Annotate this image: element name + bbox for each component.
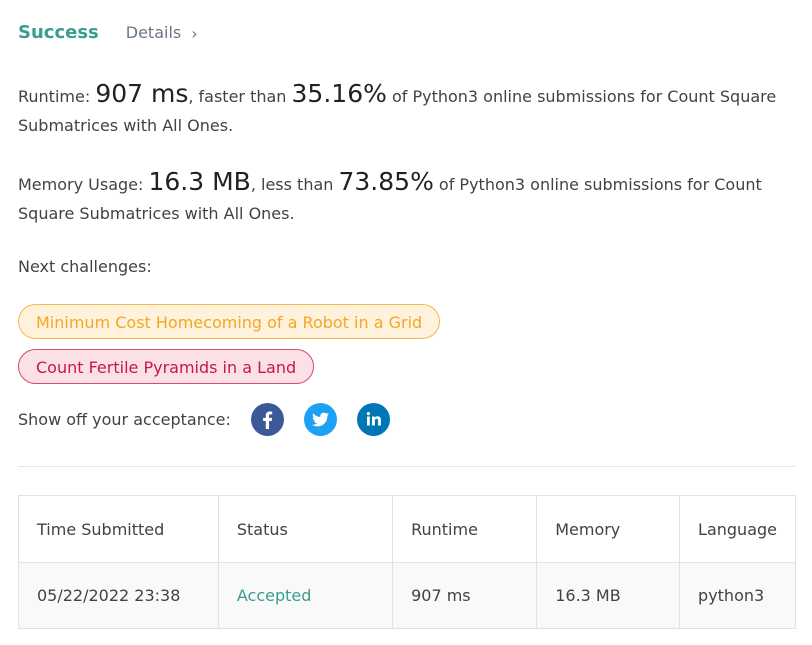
runtime-percent: 35.16% — [291, 79, 387, 108]
cell-memory: 16.3 MB — [536, 562, 681, 629]
share-label: Show off your acceptance: — [18, 410, 231, 429]
memory-value: 16.3 MB — [148, 167, 251, 196]
header-language: Language — [679, 495, 796, 563]
runtime-summary: Runtime: 907 ms, faster than 35.16% of P… — [18, 79, 798, 140]
runtime-label: Runtime: — [18, 87, 96, 106]
cell-runtime: 907 ms — [392, 562, 538, 629]
cell-language: python3 — [679, 562, 796, 629]
header-time-submitted: Time Submitted — [18, 495, 219, 563]
next-challenge-medium[interactable]: Minimum Cost Homecoming of a Robot in a … — [18, 304, 441, 339]
chevron-right-icon: › — [191, 24, 198, 43]
header-memory: Memory — [536, 495, 681, 563]
cell-status-link[interactable]: Accepted — [217, 562, 394, 629]
runtime-value: 907 ms — [95, 79, 189, 108]
submissions-table: Time Submitted Status Runtime Memory Lan… — [18, 495, 796, 629]
twitter-icon[interactable] — [303, 403, 337, 436]
cell-time-submitted: 05/22/2022 23:38 — [18, 562, 219, 629]
memory-mid: , less than — [250, 175, 339, 194]
share-row: Show off your acceptance: — [18, 403, 390, 436]
header-status: Status — [217, 495, 394, 563]
status-title: Success — [18, 22, 99, 43]
divider — [18, 466, 796, 467]
details-label: Details — [125, 23, 182, 42]
next-challenge-hard[interactable]: Count Fertile Pyramids in a Land — [18, 349, 315, 384]
memory-percent: 73.85% — [338, 167, 434, 196]
table-header-row: Time Submitted Status Runtime Memory Lan… — [18, 495, 796, 563]
result-header: Success Details › — [18, 22, 198, 43]
table-row: 05/22/2022 23:38 Accepted 907 ms 16.3 MB… — [18, 562, 796, 629]
runtime-mid: , faster than — [188, 87, 292, 106]
facebook-icon[interactable] — [250, 403, 284, 436]
next-challenges-label: Next challenges: — [18, 257, 152, 276]
details-link[interactable]: Details › — [125, 23, 198, 43]
linkedin-icon[interactable] — [356, 403, 390, 436]
memory-summary: Memory Usage: 16.3 MB, less than 73.85% … — [18, 167, 798, 228]
header-runtime: Runtime — [392, 495, 538, 563]
memory-label: Memory Usage: — [18, 175, 149, 194]
